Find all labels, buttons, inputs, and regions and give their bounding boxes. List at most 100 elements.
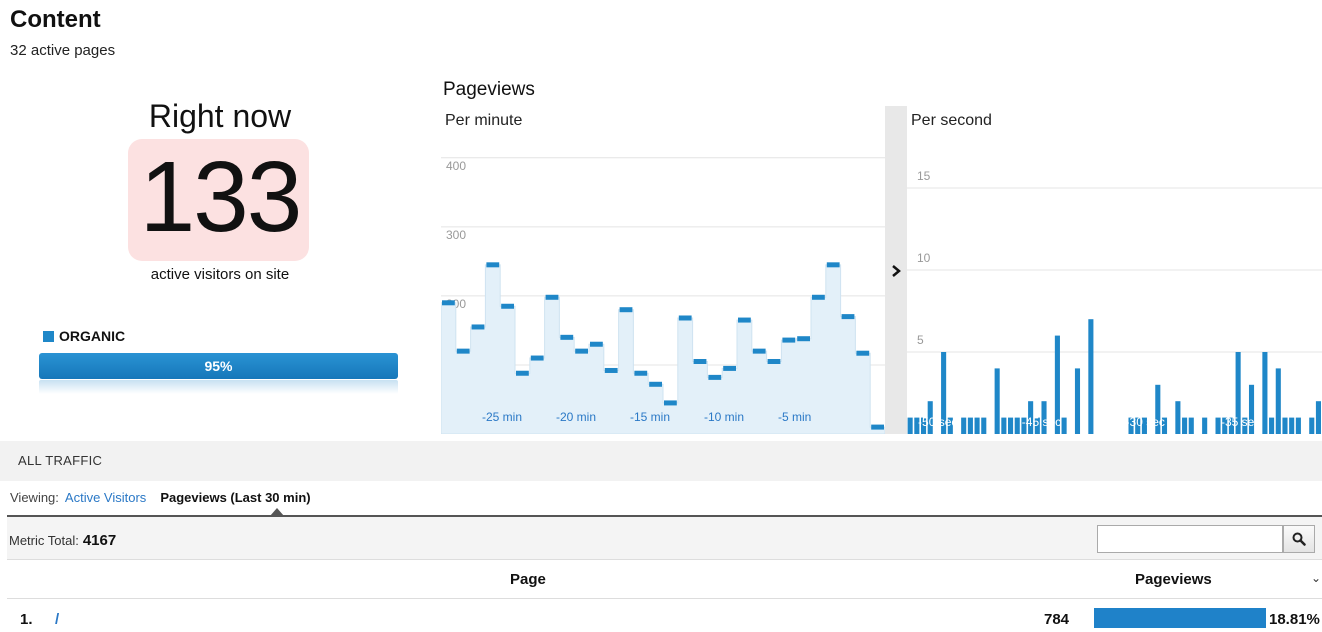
second-bar	[1175, 401, 1181, 434]
second-bar	[1074, 368, 1081, 434]
minute-marker	[826, 262, 840, 268]
second-bar	[1275, 368, 1281, 434]
x-tick-label: -5 min	[778, 410, 811, 424]
pageviews-charts-svg: 100200300400-25 min-20 min-15 min-10 min…	[440, 106, 1322, 435]
minute-marker	[678, 315, 692, 321]
row-percent-bar	[1094, 608, 1266, 628]
active-pages-count: 32 active pages	[10, 42, 116, 59]
right-now-label: Right now	[148, 98, 292, 134]
metric-total-label: Metric Total:	[9, 533, 79, 548]
sort-indicator-icon[interactable]: ⌄	[1311, 571, 1321, 585]
bar-reflection	[39, 380, 398, 394]
all-traffic-label: ALL TRAFFIC	[18, 453, 103, 468]
y-tick-label: 5	[917, 333, 924, 347]
minute-marker	[856, 350, 870, 356]
second-bar	[907, 417, 913, 434]
second-bar	[974, 417, 980, 434]
per-second-title: Per second	[911, 112, 992, 129]
second-bar	[1001, 417, 1007, 434]
minute-marker	[812, 294, 825, 300]
second-bar	[1215, 417, 1221, 434]
minute-marker	[575, 348, 588, 354]
x-tick-label: -10 min	[704, 410, 744, 424]
minute-marker	[871, 424, 884, 430]
page-title: Content	[10, 6, 101, 33]
minute-marker	[782, 337, 796, 343]
minute-marker	[797, 336, 810, 342]
second-bar	[994, 368, 1000, 434]
column-header-page[interactable]: Page	[510, 571, 546, 588]
minute-marker	[752, 348, 766, 354]
second-bar	[1008, 417, 1014, 434]
second-bar	[1295, 417, 1301, 434]
search-icon	[1292, 532, 1306, 546]
tab-pageviews[interactable]: Pageviews (Last 30 min)	[160, 490, 310, 505]
y-tick-label: 15	[917, 169, 931, 183]
row-page-link[interactable]: /	[55, 611, 59, 628]
minute-marker	[560, 334, 574, 340]
minute-marker	[841, 314, 855, 320]
per-minute-title: Per minute	[445, 112, 522, 129]
second-bar	[1014, 417, 1020, 434]
minute-marker	[723, 365, 736, 371]
minute-marker	[545, 294, 559, 300]
x-tick-label: -25 min	[482, 410, 522, 424]
row-percent: 18.81%	[1269, 611, 1320, 628]
search-button[interactable]	[1283, 525, 1315, 553]
minute-marker	[664, 400, 677, 406]
x-tick-label: -45 sec	[1022, 415, 1061, 429]
y-tick-label: 400	[446, 159, 466, 173]
minute-marker	[634, 370, 648, 376]
second-bar	[1289, 417, 1295, 434]
x-tick-label: -20 min	[556, 410, 596, 424]
search-input[interactable]	[1097, 525, 1283, 553]
tab-active-visitors[interactable]: Active Visitors	[65, 490, 146, 505]
second-bar	[1309, 417, 1315, 434]
second-bar	[1262, 352, 1268, 434]
minute-marker	[456, 348, 470, 354]
y-tick-label: 300	[446, 228, 466, 242]
minute-marker	[693, 358, 707, 364]
organic-label: ORGANIC	[59, 328, 126, 344]
minute-marker	[471, 324, 485, 330]
minute-marker	[604, 367, 618, 373]
y-tick-label: 10	[917, 251, 931, 265]
metric-total-value: 4167	[82, 532, 117, 549]
pageviews-charts: 100200300400-25 min-20 min-15 min-10 min…	[440, 106, 1322, 435]
minute-marker	[708, 374, 722, 380]
viewing-label: Viewing:	[10, 490, 59, 505]
viewing-tabs: Viewing: Active Visitors Pageviews (Last 3…	[10, 490, 311, 505]
second-bar	[961, 417, 967, 434]
minute-marker	[530, 355, 544, 361]
second-bar	[981, 417, 987, 434]
second-bar	[1182, 417, 1188, 434]
all-traffic-bar: ALL TRAFFIC	[0, 441, 1322, 481]
row-pageviews-count: 784	[1044, 611, 1070, 628]
metric-total: Metric Total: 4167	[9, 532, 116, 549]
second-bar	[967, 417, 973, 434]
minute-marker	[619, 307, 633, 313]
x-tick-label: -50 sec	[918, 415, 957, 429]
legend-swatch	[43, 330, 54, 342]
x-tick-label: -30 sec	[1126, 415, 1165, 429]
x-tick-label: -35 sec	[1221, 415, 1260, 429]
second-bar	[1315, 401, 1321, 434]
row-index: 1.	[20, 611, 33, 628]
second-bar	[1188, 417, 1194, 434]
minute-marker	[767, 358, 781, 364]
x-tick-label: -15 min	[630, 410, 670, 424]
minute-marker	[738, 317, 751, 323]
minute-marker	[590, 341, 603, 347]
organic-legend: ORGANIC	[43, 328, 125, 344]
minute-marker	[486, 262, 500, 268]
second-bar	[1202, 417, 1208, 434]
second-bar	[1282, 417, 1288, 434]
minute-marker	[516, 370, 529, 376]
organic-percent-bar: 95%	[39, 353, 398, 379]
minute-marker	[649, 381, 662, 387]
active-visitors-caption: active visitors on site	[150, 266, 290, 283]
table-header-row	[7, 560, 1322, 599]
minute-marker	[442, 300, 455, 306]
column-header-pageviews[interactable]: Pageviews	[1135, 571, 1212, 588]
second-bar	[1269, 417, 1275, 434]
